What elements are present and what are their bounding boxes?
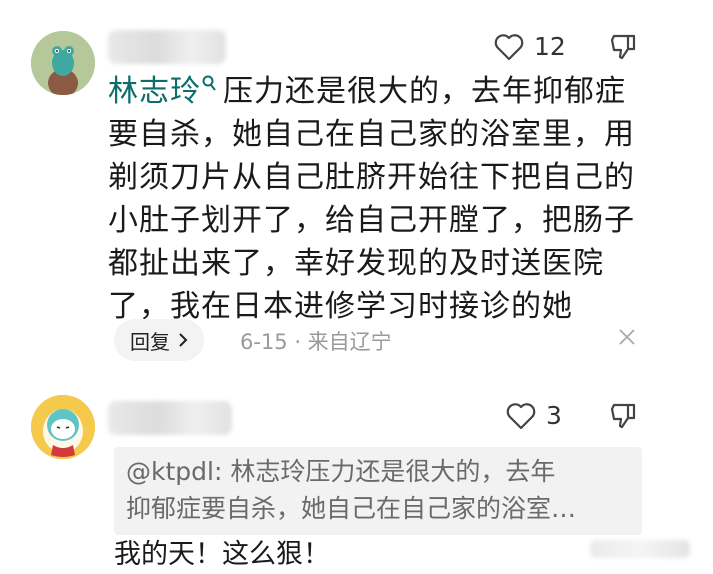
quoted-comment[interactable]: @ktpdl: 林志玲压力还是很大的，去年 抑郁症要自杀，她自己在自己家的浴室… [114, 447, 642, 535]
heart-outline-icon [494, 34, 524, 61]
like-count: 3 [546, 401, 562, 430]
comment-text: 我的天！这么狠！ [114, 539, 330, 570]
like-button[interactable]: 3 [506, 399, 562, 433]
comment-item: 12 林志玲 压力还是很大的，去年抑郁症要自杀，她自己在自己家的浴室里，用剃须刀片… [0, 0, 713, 375]
avatar[interactable] [31, 395, 95, 459]
chevron-right-icon [179, 333, 188, 347]
close-button[interactable] [618, 328, 636, 350]
username-blurred[interactable] [108, 30, 226, 64]
dislike-button[interactable] [608, 401, 638, 435]
like-count: 12 [534, 32, 566, 61]
search-person-icon [202, 75, 216, 91]
reply-label: 回复 [130, 329, 170, 354]
thumbs-down-icon [610, 403, 636, 429]
author-tag[interactable]: 林志玲 [108, 74, 201, 109]
avatar-image [31, 395, 95, 459]
avatar[interactable] [31, 31, 95, 95]
heart-outline-icon [506, 403, 536, 430]
quote-line: 抑郁症要自杀，她自己在自己家的浴室… [126, 494, 577, 523]
comment-meta: 6-15 · 来自辽宁 [240, 330, 392, 354]
reply-button[interactable]: 回复 [114, 319, 204, 361]
comment-text: 林志玲 压力还是很大的，去年抑郁症要自杀，她自己在自己家的浴室里，用剃须刀片从自己… [108, 70, 638, 328]
watermark [590, 540, 690, 558]
quote-line: @ktpdl: 林志玲压力还是很大的，去年 [126, 457, 556, 486]
close-icon [619, 329, 635, 345]
avatar-image [31, 31, 95, 95]
dislike-button[interactable] [608, 32, 638, 66]
username-blurred[interactable] [108, 401, 232, 435]
thumbs-down-icon [610, 34, 636, 60]
comment-body: 压力还是很大的，去年抑郁症要自杀，她自己在自己家的浴室里，用剃须刀片从自己肚脐开… [108, 74, 635, 324]
like-button[interactable]: 12 [494, 30, 566, 64]
